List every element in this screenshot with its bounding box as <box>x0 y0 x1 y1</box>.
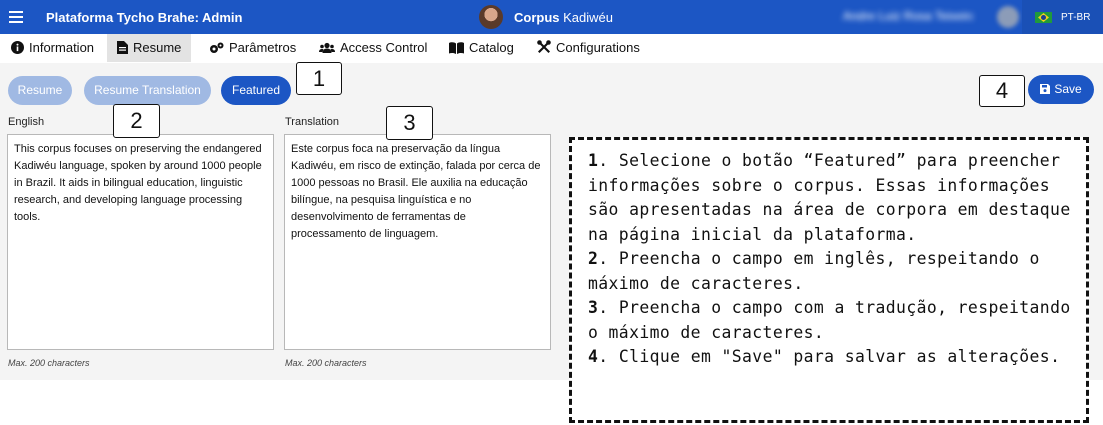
tab-bar: Information Resume Parâmetros Access Con… <box>0 34 1103 63</box>
users-icon <box>319 42 335 53</box>
user-name[interactable]: Andre Luiz Rosa Teixeira <box>843 9 973 25</box>
instruction-step-2: 2. Preencha o campo em inglês, respeitan… <box>588 247 1086 296</box>
tools-icon <box>537 40 551 53</box>
book-icon <box>449 42 464 54</box>
english-textarea[interactable]: This corpus focuses on preserving the en… <box>7 134 274 350</box>
corpus-title: Corpus Kadiwéu <box>514 10 613 25</box>
tab-configurations[interactable]: Configurations <box>527 34 650 62</box>
tab-label: Access Control <box>340 40 428 55</box>
callout-4: 4 <box>979 75 1025 107</box>
tab-label: Resume <box>133 40 182 55</box>
translation-textarea[interactable]: Este corpus foca na preservação da língu… <box>284 134 551 350</box>
tab-catalog[interactable]: Catalog <box>439 34 524 62</box>
file-icon <box>117 41 128 54</box>
callout-2: 2 <box>113 104 160 138</box>
info-circle-icon <box>11 41 24 54</box>
translation-label: Translation <box>285 116 340 128</box>
app-title[interactable]: Plataforma Tycho Brahe: Admin <box>46 10 242 25</box>
callout-1: 1 <box>296 62 342 95</box>
hamburger-icon[interactable] <box>9 9 23 23</box>
instructions-panel: 1. Selecione o botão “Featured” para pre… <box>569 137 1089 423</box>
instruction-step-3: 3. Preencha o campo com a tradução, resp… <box>588 296 1086 345</box>
instruction-step-1: 1. Selecione o botão “Featured” para pre… <box>588 149 1086 247</box>
tab-label: Parâmetros <box>229 40 297 55</box>
step-number: 4 <box>588 347 599 366</box>
gears-icon <box>210 42 224 53</box>
tab-information[interactable]: Information <box>1 34 104 62</box>
corpus-avatar <box>479 5 503 29</box>
instruction-step-4: 4. Clique em "Save" para salvar as alter… <box>588 345 1086 370</box>
floppy-disk-icon <box>1040 84 1051 94</box>
step-text: . Clique em "Save" para salvar as altera… <box>598 347 1061 366</box>
english-hint: Max. 200 characters <box>8 358 90 368</box>
language-label: PT-BR <box>1061 12 1091 23</box>
brazil-flag-icon <box>1035 12 1052 23</box>
step-text: . Preencha o campo em inglês, respeitand… <box>588 249 1040 293</box>
tab-parametros[interactable]: Parâmetros <box>199 34 306 62</box>
corpus-name: Kadiwéu <box>563 10 613 25</box>
callout-3: 3 <box>386 106 433 140</box>
tab-access-control[interactable]: Access Control <box>309 34 437 62</box>
resume-translation-button[interactable]: Resume Translation <box>84 76 211 105</box>
save-button[interactable]: Save <box>1028 75 1094 104</box>
step-number: 3 <box>588 298 599 317</box>
translation-hint: Max. 200 characters <box>285 358 367 368</box>
english-label: English <box>8 116 45 128</box>
step-text: . Preencha o campo com a tradução, respe… <box>588 298 1071 342</box>
featured-button[interactable]: Featured <box>221 76 291 105</box>
tab-resume[interactable]: Resume <box>107 34 192 62</box>
step-text: . Selecione o botão “Featured” para pree… <box>588 151 1071 244</box>
corpus-label: Corpus <box>514 10 560 25</box>
top-bar: Plataforma Tycho Brahe: Admin Corpus Kad… <box>0 0 1103 34</box>
tab-label: Information <box>29 40 95 55</box>
save-label: Save <box>1054 82 1082 96</box>
language-selector[interactable]: PT-BR <box>1022 0 1103 34</box>
resume-button[interactable]: Resume <box>8 76 72 105</box>
user-avatar[interactable] <box>997 6 1019 28</box>
tab-label: Catalog <box>469 40 514 55</box>
step-number: 2 <box>588 249 599 268</box>
tab-label: Configurations <box>556 40 640 55</box>
step-number: 1 <box>588 151 599 170</box>
